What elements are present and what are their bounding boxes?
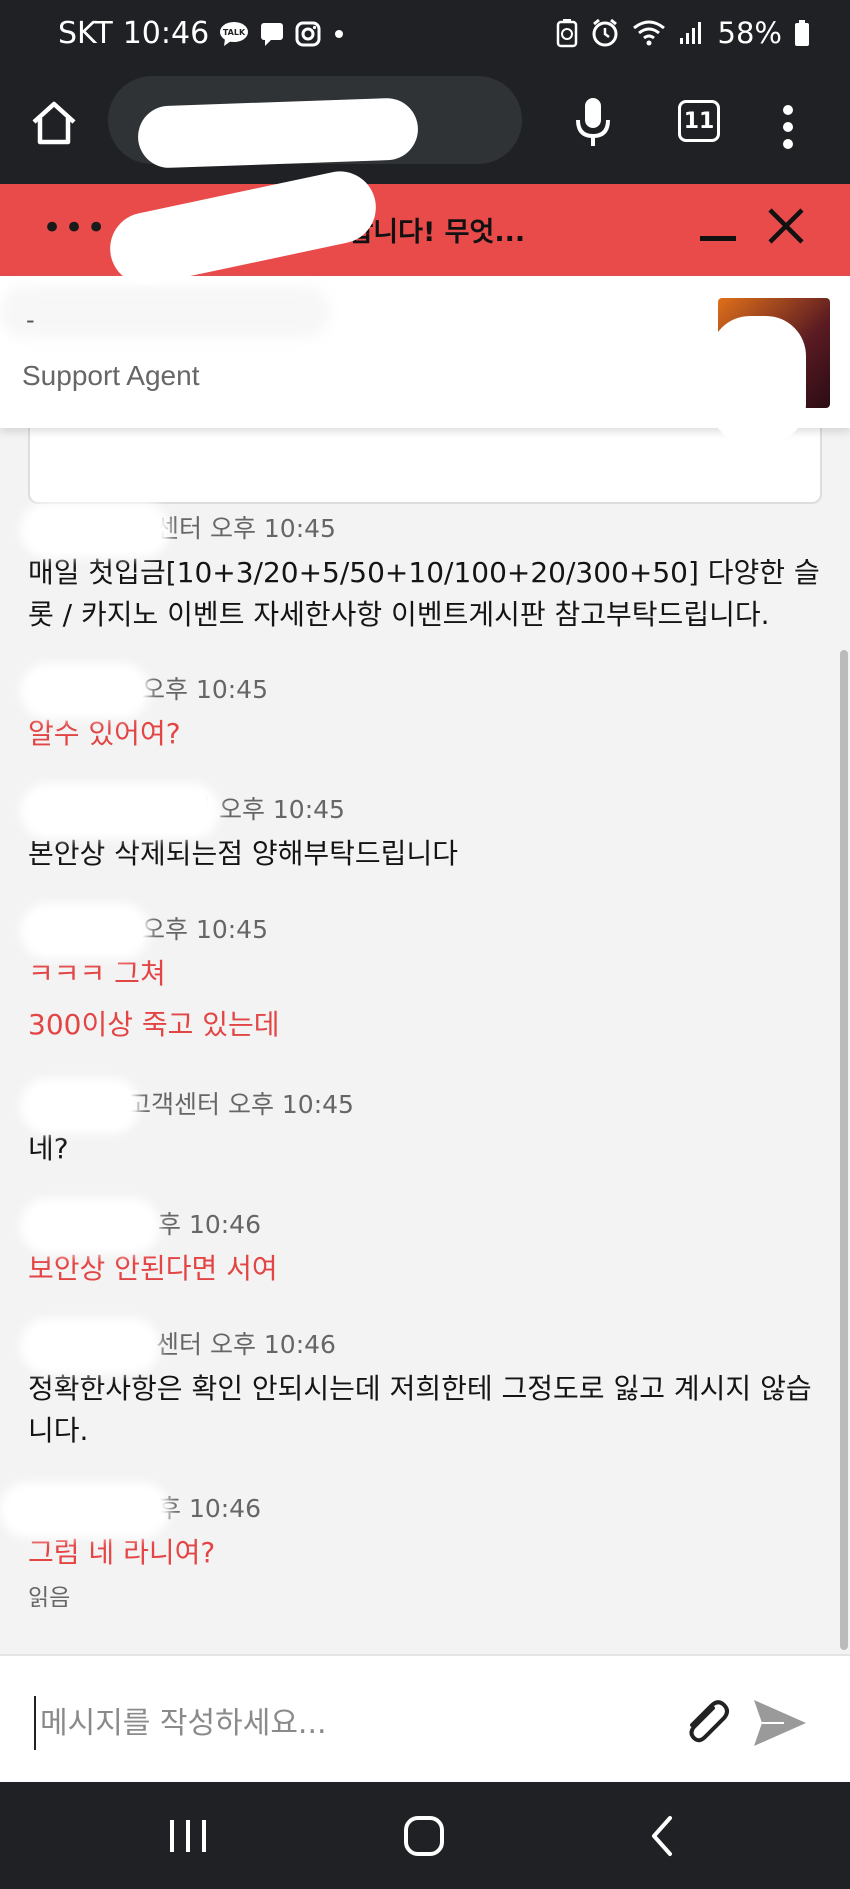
back-icon[interactable]: [648, 1814, 676, 1858]
redaction-mask: [20, 1198, 160, 1254]
message-agent: 센터 오후 10:46 정확한사항은 확인 안되시는데 저희한테 그정도로 잃고…: [20, 1318, 828, 1452]
message-meta: 후 10:46: [0, 1482, 828, 1538]
message-input[interactable]: [34, 1696, 654, 1750]
message-agent: 터 오후 10:45 본안상 삭제되는점 양해부탁드립니다: [20, 783, 828, 875]
redaction-mask: [20, 903, 150, 959]
redaction-mask: [20, 1318, 160, 1374]
redaction-mask: [137, 97, 419, 169]
message-user: 300이상 죽고 있는데: [28, 998, 828, 1046]
scrollbar[interactable]: [840, 650, 848, 1650]
message-meta: 센터 오후 10:46: [20, 1318, 828, 1374]
chat-messages[interactable]: 센터 오후 10:45 매일 첫입금[10+3/20+5/50+10/100+2…: [0, 428, 850, 1654]
status-right: 58%: [556, 16, 810, 50]
message-icon: [259, 21, 285, 47]
recent-apps-icon[interactable]: [168, 1818, 208, 1854]
message-text: 그럼 네 라니여?: [28, 1536, 216, 1569]
system-nav-bar: [0, 1782, 850, 1889]
message-text: 매일 첫입금[10+3/20+5/50+10/100+20/300+50] 다양…: [28, 556, 820, 631]
message-user: 후 10:46 보안상 안된다면 서여: [20, 1198, 828, 1290]
read-receipt: 읽음: [28, 1585, 71, 1611]
carrier-label: SKT: [58, 16, 113, 51]
message-user: 오후 10:45 알수 있어여?: [20, 663, 828, 755]
message-text: 보안상 안된다면 서여: [28, 1252, 278, 1285]
message-composer: [0, 1654, 850, 1782]
redaction-mask: [710, 316, 806, 444]
message-user: 오후 10:45 ㅋㅋㅋ 그쳐: [20, 903, 828, 995]
message-text: 정확한사항은 확인 안되시는데 저희한테 그정도로 잃고 계시지 않습니다.: [28, 1372, 812, 1447]
agent-card: - Support Agent: [0, 276, 850, 444]
message-agent: 고객센터 오후 10:45 네?: [20, 1078, 828, 1170]
tab-count-button[interactable]: 11: [678, 100, 720, 142]
message-text: 알수 있어여?: [28, 717, 181, 750]
status-bar: SKT 10:46 TALK 58%: [0, 0, 850, 72]
alarm-icon: [590, 18, 620, 48]
message-meta: 후 10:46: [20, 1198, 828, 1254]
message-agent: 센터 오후 10:45 매일 첫입금[10+3/20+5/50+10/100+2…: [20, 502, 828, 636]
browser-toolbar: 11: [0, 72, 850, 184]
talk-icon: TALK: [219, 21, 249, 47]
chat-menu-button[interactable]: •••: [42, 208, 108, 248]
clock: 10:46: [122, 16, 210, 51]
svg-text:TALK: TALK: [223, 28, 246, 37]
message-meta: 오후 10:45: [20, 903, 828, 959]
signal-icon: [678, 20, 706, 46]
minimize-icon[interactable]: [698, 206, 738, 246]
message-meta: 고객센터 오후 10:45: [20, 1078, 828, 1134]
microphone-icon[interactable]: [574, 96, 612, 150]
previous-message-card: [28, 428, 822, 504]
home-icon[interactable]: [28, 98, 80, 150]
more-options-icon[interactable]: [776, 100, 800, 154]
send-icon[interactable]: [752, 1698, 808, 1748]
message-meta: 오후 10:45: [20, 663, 828, 719]
agent-name: -: [26, 306, 35, 334]
message-user: 후 10:46 그럼 네 라니여? 읽음: [0, 1482, 828, 1612]
wifi-icon: [632, 19, 666, 47]
paperclip-icon[interactable]: [680, 1696, 732, 1748]
message-text: 네?: [28, 1132, 69, 1165]
status-left: SKT 10:46 TALK: [58, 16, 347, 51]
instagram-icon: [295, 21, 321, 47]
agent-role: Support Agent: [22, 360, 200, 391]
redaction-mask: [20, 502, 170, 558]
recycle-icon: [556, 18, 578, 48]
redaction-mask: [0, 286, 330, 338]
redaction-mask: [0, 1482, 170, 1538]
message-meta: 센터 오후 10:45: [20, 502, 828, 558]
message-meta: 터 오후 10:45: [20, 783, 828, 839]
redaction-mask: [20, 783, 220, 839]
redaction-mask: [20, 1078, 140, 1134]
close-icon[interactable]: [764, 204, 808, 248]
battery-icon: [794, 19, 810, 47]
redaction-mask: [20, 663, 150, 719]
home-nav-icon[interactable]: [402, 1814, 446, 1858]
message-text: 300이상 죽고 있는데: [28, 1008, 280, 1041]
message-text: 본안상 삭제되는점 양해부탁드립니다: [28, 837, 458, 870]
dot-icon: [331, 21, 347, 47]
message-text: ㅋㅋㅋ 그쳐: [28, 957, 166, 990]
battery-percent: 58%: [717, 16, 782, 50]
